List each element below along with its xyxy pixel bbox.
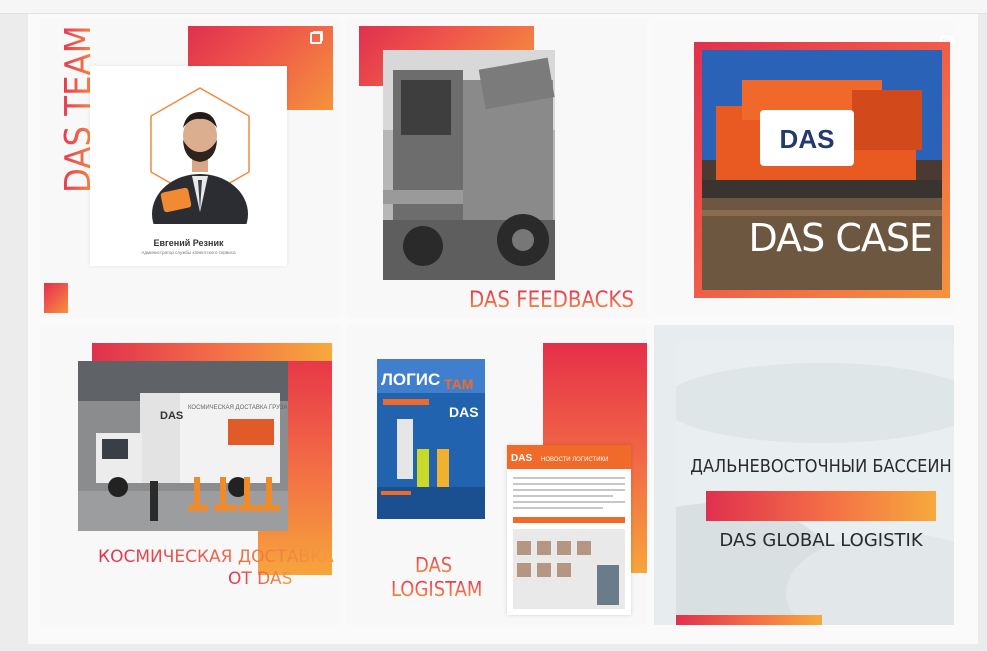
post-tile-das-team[interactable]: DAS TEAM Евгений Резник Администратор сл… [40, 18, 340, 318]
truck-image [383, 50, 555, 280]
news-title: НОВОСТИ ЛОГИСТИКИ [541, 457, 608, 463]
post-tile-das-feedbacks[interactable]: DAS FEEDBACKS [347, 18, 647, 318]
magazine-cover: ЛОГИС ТАМ DAS [377, 359, 485, 519]
aerial-image [676, 343, 954, 625]
post-tile-das-case[interactable]: DAS DAS CASE [654, 18, 954, 318]
multiple-posts-icon [310, 32, 322, 44]
tile-title: DAS CASE [748, 216, 933, 260]
employee-name: Евгений Резник [153, 238, 224, 248]
van-image: DAS КОСМИЧЕСКАЯ ДОСТАВКА ГРУЗА [78, 361, 288, 531]
top-bar [0, 0, 987, 14]
accent-bar [706, 491, 936, 521]
tile-title-line2: LOGISTAM [391, 577, 483, 601]
truck-text: КОСМИЧЕСКАЯ ДОСТАВКА ГРУЗА [188, 405, 287, 411]
magazine-title-b: ТАМ [444, 376, 473, 392]
truck-photo [383, 50, 555, 280]
newsletter-image: DAS НОВОСТИ ЛОГИСТИКИ [507, 445, 631, 609]
truck-brand: DAS [160, 410, 183, 422]
magazine-image: ЛОГИС ТАМ DAS [377, 359, 485, 519]
newsletter-card: DAS НОВОСТИ ЛОГИСТИКИ [507, 445, 631, 615]
tile-title: DAS FEEDBACKS [469, 288, 634, 313]
tile-title-line1: КОСМИЧЕСКАЯ ДОСТАВКА [98, 547, 334, 567]
tile-title-line1: DAS [415, 553, 453, 577]
tile-title-line1: ДАЛЬНЕВОСТОЧНЫИ БАССЕИН [690, 456, 952, 477]
news-brand: DAS [511, 453, 532, 464]
employee-photo [152, 112, 248, 224]
aerial-photo: ДАЛЬНЕВОСТОЧНЫИ БАССЕИН DAS GLOBAL LOGIS… [676, 343, 954, 625]
banner-text: DAS [780, 124, 835, 154]
tile-title-line2: DAS GLOBAL LOGISTIK [719, 530, 923, 551]
post-tile-space-delivery[interactable]: DAS КОСМИЧЕСКАЯ ДОСТАВКА ГРУЗА КОСМИЧЕСК… [40, 325, 340, 625]
accent-bar [92, 343, 332, 361]
employee-role: Администратор службы клиентского сервиса [141, 250, 236, 255]
accent-square [44, 283, 68, 313]
feed-frame: DAS TEAM Евгений Резник Администратор сл… [0, 0, 987, 651]
van-photo: DAS КОСМИЧЕСКАЯ ДОСТАВКА ГРУЗА [78, 361, 288, 531]
accent-foot [676, 615, 822, 625]
magazine-title-a: ЛОГИС [381, 370, 440, 389]
magazine-brand: DAS [449, 404, 479, 420]
tile-title-line2: ОТ DAS [228, 569, 293, 589]
post-tile-das-logistam[interactable]: ЛОГИС ТАМ DAS DAS НОВОСТИ ЛОГИСТИКИ DAS … [347, 325, 647, 625]
employee-card: Евгений Резник Администратор службы клие… [90, 66, 287, 266]
post-tile-far-east-basin[interactable]: ДАЛЬНЕВОСТОЧНЫИ БАССЕИН DAS GLOBAL LOGIS… [654, 325, 954, 625]
